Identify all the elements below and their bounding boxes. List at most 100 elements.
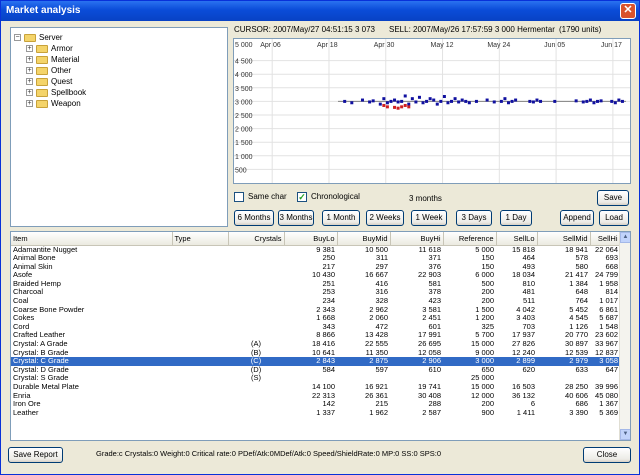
data-point bbox=[588, 98, 592, 102]
data-point bbox=[403, 94, 407, 98]
data-point bbox=[421, 101, 425, 105]
table-cell: 39 996 bbox=[595, 383, 618, 391]
table-row[interactable]: Crystal: A Grade (A) 18 416 22 555 26 695 15 … bbox=[11, 340, 620, 349]
expand-icon[interactable]: + bbox=[26, 45, 33, 53]
expand-icon[interactable]: + bbox=[26, 89, 33, 97]
data-point bbox=[539, 99, 543, 103]
table-row[interactable]: Cokes 1 668 2 060 2 451 1 200 3 403 4 545 5 687 bbox=[11, 314, 620, 323]
tree-node-quest[interactable]: + Quest bbox=[26, 76, 72, 87]
table-cell: 900 bbox=[481, 408, 494, 417]
column-header-selllo[interactable]: SellLo bbox=[496, 232, 538, 246]
table-row[interactable]: Enria 22 313 26 361 30 408 12 000 36 132 40 60… bbox=[11, 392, 620, 401]
collapse-icon[interactable]: − bbox=[14, 34, 21, 42]
table-cell: 2 451 bbox=[422, 314, 441, 323]
column-header-buyhi[interactable]: BuyHi bbox=[390, 232, 444, 246]
vertical-scrollbar[interactable]: ▲ ▼ bbox=[619, 232, 630, 440]
load-button[interactable]: Load bbox=[599, 210, 629, 226]
tree-node-other[interactable]: + Other bbox=[26, 65, 71, 76]
tree-node-weapon[interactable]: + Weapon bbox=[26, 98, 81, 109]
table-cell: (B) bbox=[251, 348, 261, 357]
close-window-icon[interactable]: ✕ bbox=[620, 3, 636, 19]
table-cell: 2 875 bbox=[337, 357, 390, 366]
save-report-button[interactable]: Save Report bbox=[8, 447, 63, 463]
period-button-1-month[interactable]: 1 Month bbox=[322, 210, 360, 226]
table-row[interactable]: Crystal: C Grade (C) 2 843 2 875 2 906 3 000 2… bbox=[11, 357, 620, 366]
table-cell: 14 100 bbox=[312, 383, 335, 391]
expand-icon[interactable]: + bbox=[26, 67, 33, 75]
table-cell bbox=[172, 383, 228, 392]
table-row[interactable]: Iron Ore 142 215 288 200 6 686 1 367 bbox=[11, 400, 620, 409]
period-button-3-days[interactable]: 3 Days bbox=[456, 210, 492, 226]
table-cell: 150 bbox=[481, 254, 494, 263]
table-cell bbox=[172, 331, 228, 340]
column-header-buymid[interactable]: BuyMid bbox=[337, 232, 391, 246]
table-cell: 22 313 bbox=[312, 391, 335, 400]
data-point bbox=[428, 97, 432, 101]
table-row[interactable]: Durable Metal Plate 14 100 16 921 19 741 15 … bbox=[11, 383, 620, 392]
column-header-buylo[interactable]: BuyLo bbox=[284, 232, 338, 246]
table-cell: 371 bbox=[428, 254, 441, 263]
table-row[interactable]: Animal Bone 250 311 371 150 464 578 693 bbox=[11, 254, 620, 263]
folder-icon bbox=[36, 55, 48, 64]
period-button-6-months[interactable]: 6 Months bbox=[234, 210, 274, 226]
item-table[interactable]: Item Type Crystals BuyLo BuyMid BuyHi Referenc… bbox=[10, 231, 631, 441]
tree-node-server[interactable]: − Server bbox=[14, 32, 63, 43]
table-row[interactable]: Charcoal 253 316 378 200 481 648 814 bbox=[11, 288, 620, 297]
table-cell: Cokes bbox=[13, 314, 35, 323]
column-header-sellmid[interactable]: SellMid bbox=[537, 232, 591, 246]
table-row[interactable]: Asofe 10 430 16 667 22 903 6 000 18 034 21 417… bbox=[11, 271, 620, 280]
table-row[interactable]: Coarse Bone Powder 2 343 2 962 3 581 1 500 4 … bbox=[11, 306, 620, 315]
table-row[interactable]: Crystal: S Grade (S) 25 000 bbox=[11, 374, 620, 383]
x-tick-label: Apr 06 bbox=[260, 42, 281, 49]
table-row[interactable]: Leather 1 337 1 962 2 587 900 1 411 3 390 5 369 bbox=[11, 409, 620, 418]
table-row[interactable]: Crystal: B Grade (B) 10 641 11 350 12 058 9 0… bbox=[11, 349, 620, 358]
tree-node-label: Weapon bbox=[51, 99, 81, 108]
period-button-3-months[interactable]: 3 Months bbox=[278, 210, 314, 226]
expand-icon[interactable]: + bbox=[26, 78, 33, 86]
table-row[interactable]: Crafted Leather 8 866 13 428 17 991 5 700 17 … bbox=[11, 331, 620, 340]
column-header-item[interactable]: Item bbox=[11, 232, 173, 246]
column-header-type[interactable]: Type bbox=[172, 232, 229, 246]
table-cell: 22 555 bbox=[365, 340, 388, 349]
column-header-sellhi[interactable]: SellHi bbox=[590, 232, 621, 246]
scroll-down-icon[interactable]: ▼ bbox=[620, 429, 630, 440]
table-cell: 9 381 bbox=[316, 245, 335, 254]
table-cell: 464 bbox=[522, 254, 535, 263]
table-row[interactable]: Crystal: D Grade (D) 584 597 610 650 620 633 647 bbox=[11, 366, 620, 375]
scroll-up-icon[interactable]: ▲ bbox=[620, 232, 630, 243]
column-header-crystals[interactable]: Crystals bbox=[228, 232, 285, 246]
chronological-checkbox[interactable]: ✓ Chronological bbox=[297, 191, 360, 203]
table-cell bbox=[496, 374, 537, 383]
sell-readout: SELL: 2007/May/26 17:57:59 3 000 Herment… bbox=[389, 25, 555, 34]
check-icon[interactable]: ✓ bbox=[297, 191, 307, 202]
table-cell: 1 962 bbox=[369, 408, 388, 417]
expand-icon[interactable]: + bbox=[26, 56, 33, 64]
table-cell: Braided Hemp bbox=[13, 279, 61, 288]
save-button[interactable]: Save bbox=[597, 190, 629, 206]
append-button[interactable]: Append bbox=[560, 210, 594, 226]
period-button-1-week[interactable]: 1 Week bbox=[411, 210, 447, 226]
table-cell bbox=[537, 374, 590, 383]
period-button-2-weeks[interactable]: 2 Weeks bbox=[366, 210, 404, 226]
table-row[interactable]: Adamantite Nugget 9 381 10 500 11 618 5 000 1… bbox=[11, 245, 620, 254]
table-row[interactable]: Braided Hemp 251 416 581 500 810 1 384 1 958 bbox=[11, 280, 620, 289]
column-header-reference[interactable]: Reference bbox=[443, 232, 497, 246]
price-chart[interactable]: 4 500 4 000 3 500 3 000 2 500 2 000 1 500 1 000… bbox=[233, 38, 631, 184]
tree-node-spellbook[interactable]: + Spellbook bbox=[26, 87, 86, 98]
period-button-1-day[interactable]: 1 Day bbox=[500, 210, 532, 226]
tree-node-armor[interactable]: + Armor bbox=[26, 43, 73, 54]
tree-node-material[interactable]: + Material bbox=[26, 54, 79, 65]
close-button[interactable]: Close bbox=[583, 447, 631, 463]
table-row[interactable]: Animal Skin 217 297 376 150 493 580 668 bbox=[11, 263, 620, 272]
same-char-checkbox[interactable]: Same char bbox=[234, 191, 287, 203]
table-row[interactable]: Cord 343 472 601 325 703 1 126 1 548 bbox=[11, 323, 620, 332]
same-char-checkbox-box[interactable] bbox=[234, 191, 244, 202]
table-cell: 343 bbox=[322, 322, 335, 331]
expand-icon[interactable]: + bbox=[26, 100, 33, 108]
table-cell: Crystal: S Grade bbox=[13, 374, 69, 383]
table-row[interactable]: Coal 234 328 423 200 511 764 1 017 bbox=[11, 297, 620, 306]
category-tree[interactable]: − Server + Armor + Material + Other + Quest + Spel… bbox=[10, 27, 228, 227]
table-cell: 10 500 bbox=[365, 245, 388, 254]
table-cell bbox=[172, 263, 228, 272]
table-cell bbox=[590, 374, 620, 383]
